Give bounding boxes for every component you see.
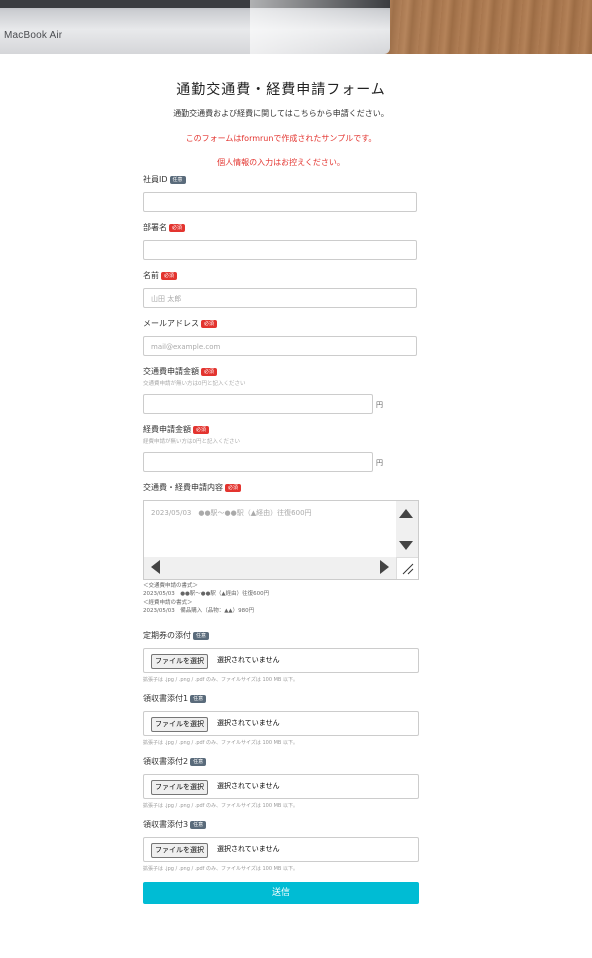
submit-button[interactable]: 送信 <box>143 882 419 904</box>
example-line: 2023/05/03 備品購入（品物：▲▲）980円 <box>143 607 255 614</box>
choose-file-button[interactable]: ファイルを選択 <box>151 717 208 732</box>
transport-amount-label: 交通費申請金額 必須 <box>143 366 419 378</box>
receipt2-file-input[interactable]: ファイルを選択 選択されていません <box>143 774 419 799</box>
choose-file-button[interactable]: ファイルを選択 <box>151 780 208 795</box>
transport-amount-hint: 交通費申請が無い方は0円と記入ください <box>143 381 246 387</box>
file-status: 選択されていません <box>217 845 280 853</box>
transport-amount-input[interactable] <box>143 394 373 414</box>
receipt1-field: 領収書添付1 任意 ファイルを選択 選択されていません 拡張子は .jpg / .… <box>143 693 419 746</box>
resize-grip-icon[interactable] <box>402 563 414 575</box>
application-form: 通勤交通費・経費申請フォーム 通勤交通費および経費に関してはこちらから申請くださ… <box>143 54 419 904</box>
file-hint: 拡張子は .jpg / .png / .pdf のみ、ファイルサイズは 100 … <box>143 677 298 683</box>
optional-badge: 任意 <box>169 175 186 184</box>
transport-amount-unit: 円 <box>376 401 383 409</box>
employee-id-input[interactable] <box>143 192 417 212</box>
required-badge: 必須 <box>169 223 186 232</box>
receipt3-field: 領収書添付3 任意 ファイルを選択 選択されていません 拡張子は .jpg / .… <box>143 819 419 872</box>
light-glare <box>250 0 390 54</box>
scroll-right-icon[interactable] <box>380 560 389 574</box>
form-title: 通勤交通費・経費申請フォーム <box>176 82 386 98</box>
department-input[interactable] <box>143 240 417 260</box>
choose-file-button[interactable]: ファイルを選択 <box>151 843 208 858</box>
optional-badge: 任意 <box>190 694 207 703</box>
optional-badge: 任意 <box>190 757 207 766</box>
scroll-left-icon[interactable] <box>151 560 160 574</box>
email-field: メールアドレス 必須 mail@example.com <box>143 318 419 356</box>
expense-amount-input[interactable] <box>143 452 373 472</box>
desk-texture <box>362 0 592 54</box>
name-field: 名前 必須 山田 太郎 <box>143 270 419 308</box>
transport-amount-field: 交通費申請金額 必須 交通費申請が無い方は0円と記入ください 円 <box>143 366 419 414</box>
expense-amount-label: 経費申請金額 必須 <box>143 424 419 436</box>
example-line: ＜交通費申請の書式＞ <box>143 583 199 589</box>
form-subtitle: 通勤交通費および経費に関してはこちらから申請ください。 <box>173 109 389 118</box>
horizontal-scrollbar[interactable] <box>144 557 396 579</box>
file-status: 選択されていません <box>217 656 280 664</box>
optional-badge: 任意 <box>190 820 207 829</box>
employee-id-field: 社員ID 任意 <box>143 174 419 212</box>
file-status: 選択されていません <box>217 719 280 727</box>
receipt1-file-input[interactable]: ファイルを選択 選択されていません <box>143 711 419 736</box>
file-status: 選択されていません <box>217 782 280 790</box>
hero-image: MacBook Air <box>0 0 592 54</box>
details-field: 交通費・経費申請内容 必須 2023/05/03 ●●駅〜●●駅（▲経由）往復60… <box>143 482 419 614</box>
required-badge: 必須 <box>225 483 242 492</box>
employee-id-label: 社員ID 任意 <box>143 174 419 186</box>
required-badge: 必須 <box>193 425 210 434</box>
file-hint: 拡張子は .jpg / .png / .pdf のみ、ファイルサイズは 100 … <box>143 740 298 746</box>
resize-corner[interactable] <box>396 557 418 579</box>
details-example: ＜交通費申請の書式＞ 2023/05/03 ●●駅〜●●駅（▲経由）往復600円… <box>143 582 269 615</box>
details-label: 交通費・経費申請内容 必須 <box>143 482 419 494</box>
email-label: メールアドレス 必須 <box>143 318 419 330</box>
details-textarea[interactable]: 2023/05/03 ●●駅〜●●駅（▲経由）往復600円 <box>143 500 419 580</box>
details-placeholder: 2023/05/03 ●●駅〜●●駅（▲経由）往復600円 <box>151 509 312 517</box>
receipt2-field: 領収書添付2 任意 ファイルを選択 選択されていません 拡張子は .jpg / .… <box>143 756 419 809</box>
required-badge: 必須 <box>201 319 218 328</box>
example-line: ＜経費申請の書式＞ <box>143 599 193 606</box>
department-field: 部署名 必須 <box>143 222 419 260</box>
required-badge: 必須 <box>161 271 178 280</box>
department-label: 部署名 必須 <box>143 222 419 234</box>
name-input[interactable]: 山田 太郎 <box>143 288 417 308</box>
expense-amount-unit: 円 <box>376 459 383 467</box>
receipt3-label: 領収書添付3 任意 <box>143 819 419 831</box>
scroll-down-icon[interactable] <box>399 541 413 550</box>
sample-notice: このフォームはformrunで作成されたサンプルです。 <box>185 134 377 143</box>
receipt3-file-input[interactable]: ファイルを選択 選択されていません <box>143 837 419 862</box>
receipt1-label: 領収書添付1 任意 <box>143 693 419 705</box>
required-badge: 必須 <box>201 367 218 376</box>
optional-badge: 任意 <box>193 631 210 640</box>
choose-file-button[interactable]: ファイルを選択 <box>151 654 208 669</box>
email-input[interactable]: mail@example.com <box>143 336 417 356</box>
file-hint: 拡張子は .jpg / .png / .pdf のみ、ファイルサイズは 100 … <box>143 803 298 809</box>
commuter-pass-file-input[interactable]: ファイルを選択 選択されていません <box>143 648 419 673</box>
expense-amount-field: 経費申請金額 必須 経費申請が無い方は0円と記入ください 円 <box>143 424 419 472</box>
privacy-notice: 個人情報の入力はお控えください。 <box>217 158 345 167</box>
receipt2-label: 領収書添付2 任意 <box>143 756 419 768</box>
laptop-brand-text: MacBook Air <box>4 30 63 41</box>
commuter-pass-field: 定期券の添付 任意 ファイルを選択 選択されていません 拡張子は .jpg / .… <box>143 630 419 683</box>
expense-amount-hint: 経費申請が無い方は0円と記入ください <box>143 439 241 445</box>
name-label: 名前 必須 <box>143 270 419 282</box>
scroll-up-icon[interactable] <box>399 509 413 518</box>
commuter-pass-label: 定期券の添付 任意 <box>143 630 419 642</box>
example-line: 2023/05/03 ●●駅〜●●駅（▲経由）往復600円 <box>143 591 270 598</box>
file-hint: 拡張子は .jpg / .png / .pdf のみ、ファイルサイズは 100 … <box>143 866 298 872</box>
